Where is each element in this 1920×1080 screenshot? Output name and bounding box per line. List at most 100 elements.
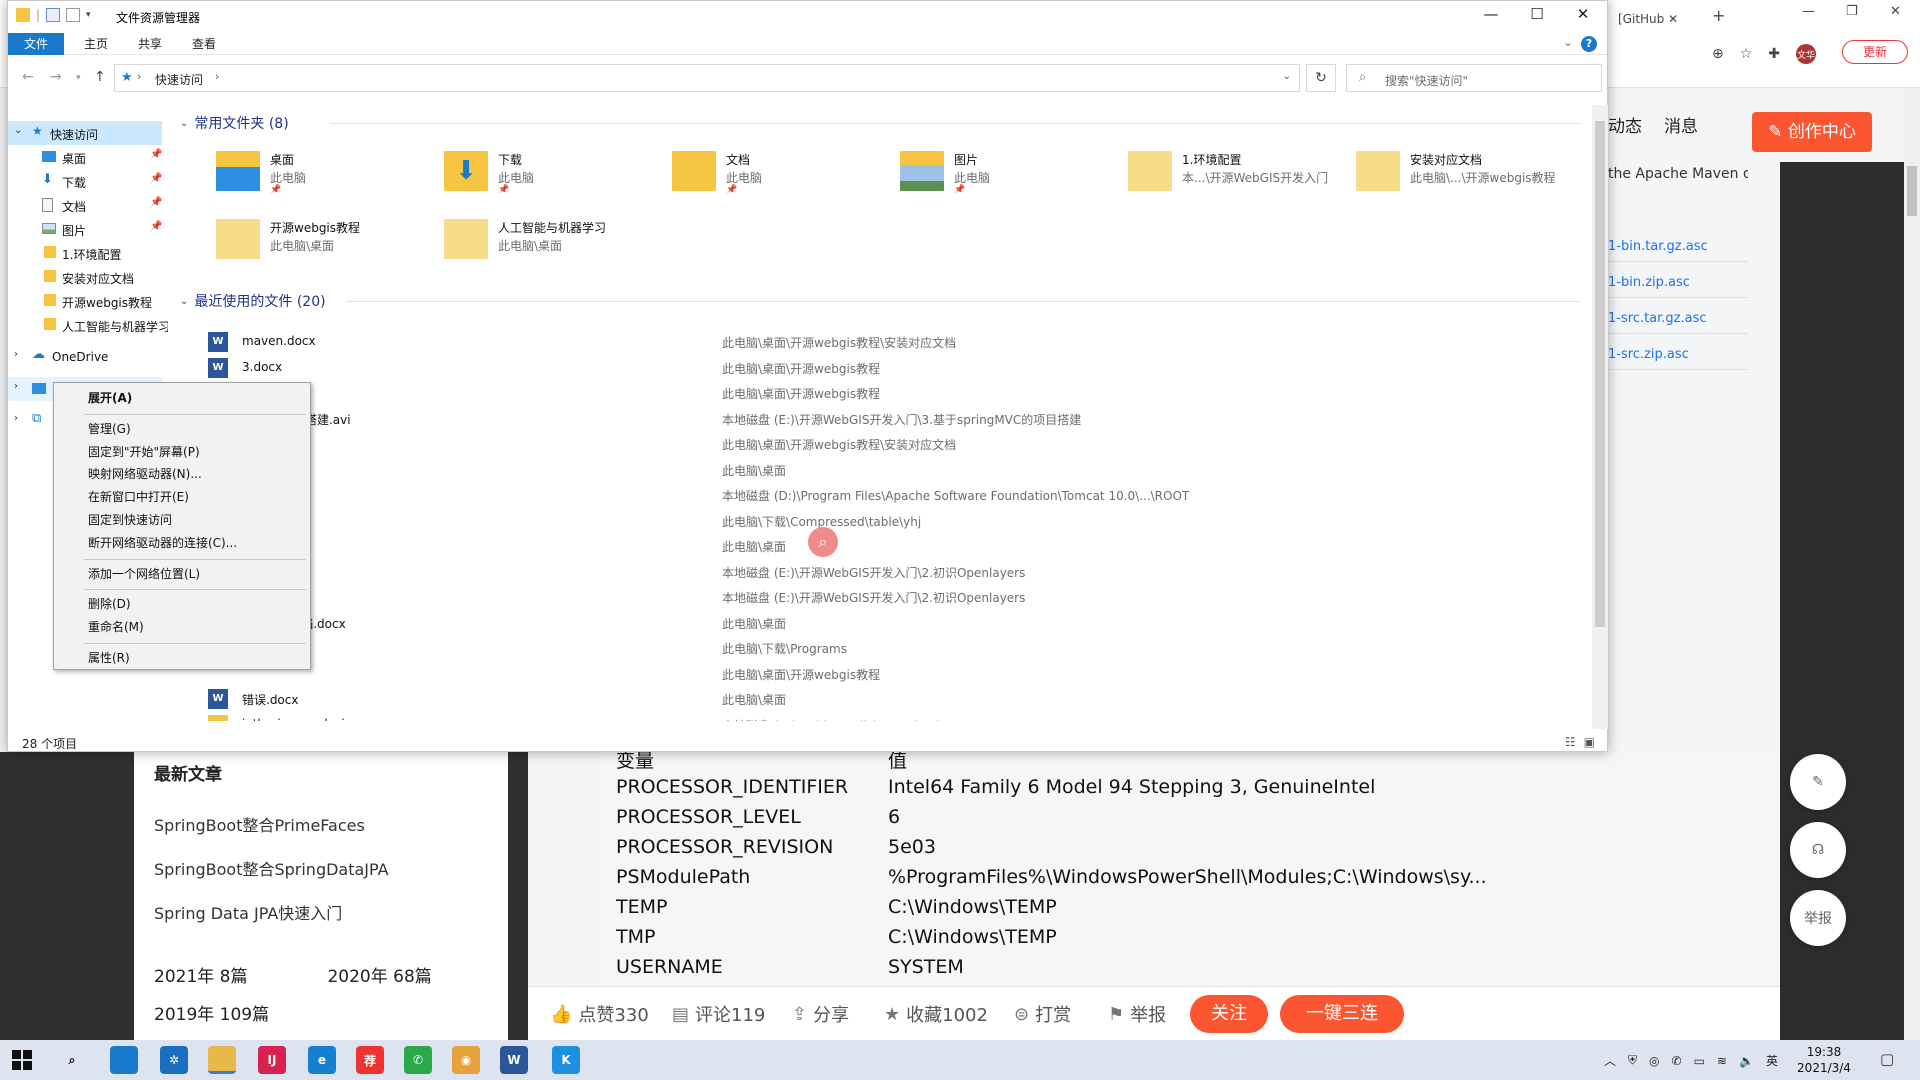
sidebar-item-documents[interactable]: 文档 📌 <box>8 193 168 217</box>
group-header-recent[interactable]: ⌄ 最近使用的文件 (20) <box>180 291 326 311</box>
red-app-icon[interactable]: 荐 <box>356 1046 384 1074</box>
sidebar-item-folder[interactable]: 开源webgis教程 <box>8 289 168 313</box>
sidebar-item-onedrive[interactable]: › ☁ OneDrive <box>8 345 168 369</box>
archive-link[interactable]: 2020年 68篇 <box>327 962 431 988</box>
menu-item[interactable]: 断开网络驱动器的连接(C)... <box>56 532 308 554</box>
archive-link[interactable]: 2021年 8篇 <box>154 962 247 988</box>
app-tray-icon[interactable]: ◎ <box>1649 1054 1659 1068</box>
folder-tile[interactable]: 图片 此电脑 📌 <box>896 147 1124 201</box>
nav-messages[interactable]: 消息 <box>1664 112 1698 137</box>
table-row[interactable]: W 错误.docx 此电脑\桌面 <box>208 686 1568 711</box>
table-row[interactable]: jetbrains-crack.zip 本地磁盘 (D:)\BaiduNetdis… <box>208 712 1568 721</box>
new-folder-icon[interactable] <box>66 8 81 22</box>
table-row[interactable]: 此电脑\桌面 <box>208 457 1568 482</box>
sidebar-item-folder[interactable]: 安装对应文档 <box>8 265 168 289</box>
chevron-down-icon[interactable]: ⌄ <box>180 118 188 129</box>
help-icon[interactable]: ? <box>1581 36 1597 52</box>
avatar[interactable]: 文华 <box>1796 44 1817 64</box>
create-center-button[interactable]: ✎ 创作中心 <box>1752 112 1872 152</box>
notification-icon[interactable]: ▢ <box>1880 1050 1894 1068</box>
pin-icon[interactable]: 📌 <box>150 149 162 160</box>
windows-start-icon[interactable] <box>12 1050 32 1070</box>
archive-link[interactable]: 2019年 109篇 <box>154 1000 269 1026</box>
reward-button[interactable]: ⊜ 打赏 <box>1014 1001 1071 1027</box>
menu-item[interactable]: 映射网络驱动器(N)... <box>56 463 308 485</box>
menu-item[interactable]: 删除(D) <box>56 593 308 615</box>
large-icons-view-icon[interactable]: ▣ <box>1584 735 1595 749</box>
zoom-icon[interactable]: ⊕ <box>1712 46 1724 62</box>
close-button[interactable]: ✕ <box>1560 5 1606 23</box>
like-button[interactable]: 👍 点赞330 <box>550 1001 649 1027</box>
page-scrollbar-thumb[interactable] <box>1907 166 1917 216</box>
back-arrow-icon[interactable]: ← <box>22 69 34 85</box>
report-action-button[interactable]: ⚑ 举报 <box>1108 1001 1166 1027</box>
update-button[interactable]: 更新 <box>1842 40 1908 64</box>
pin-icon[interactable]: 📌 <box>150 197 162 208</box>
minimize-button[interactable]: — <box>1468 5 1514 23</box>
folder-tile[interactable]: 桌面 此电脑 📌 <box>212 147 440 201</box>
folder-tile[interactable]: 安装对应文档 此电脑\...\开源webgis教程 <box>1352 147 1580 201</box>
shield-icon[interactable]: ⛨ <box>1628 1053 1637 1068</box>
chevron-up-icon[interactable]: ︿ <box>1604 1052 1616 1069</box>
folder-tile[interactable]: 1.环境配置 本...\开源WebGIS开发入门 <box>1124 147 1352 201</box>
file-explorer-icon[interactable] <box>208 1046 236 1074</box>
folder-tile[interactable]: 人工智能与机器学习 此电脑\桌面 <box>440 215 668 269</box>
edit-icon[interactable]: ✎ <box>1790 754 1846 810</box>
download-link[interactable]: 1-bin.zip.asc <box>1608 268 1748 298</box>
browser-tab[interactable]: [GitHub ✕ <box>1608 6 1698 32</box>
sidebar-item-desktop[interactable]: 桌面 📌 <box>8 145 168 169</box>
table-row[interactable]: Wmaven.docx 此电脑\桌面\开源webgis教程\安装对应文档 <box>208 329 1568 354</box>
group-header-frequent[interactable]: ⌄ 常用文件夹 (8) <box>180 113 289 133</box>
forward-arrow-icon[interactable]: → <box>50 69 62 85</box>
maximize-button[interactable]: ☐ <box>1514 5 1560 23</box>
table-row[interactable]: TES.txt本地磁盘 (D:)\Program Files\Apache So… <box>208 482 1568 507</box>
table-row[interactable]: Wft Word 文档.docx此电脑\桌面 <box>208 610 1568 635</box>
kugou-icon[interactable]: K <box>552 1046 580 1074</box>
report-button[interactable]: 举报 <box>1790 890 1846 946</box>
chevron-down-icon[interactable]: ▾ <box>86 10 91 20</box>
pin-icon[interactable]: 📌 <box>150 173 162 184</box>
clock[interactable]: 19:38 2021/3/4 <box>1784 1044 1864 1076</box>
volume-icon[interactable]: 🔈 <box>1739 1054 1754 1068</box>
breadcrumb[interactable]: 快速访问 <box>155 71 203 88</box>
chrome-icon[interactable]: ◉ <box>452 1046 480 1074</box>
download-link[interactable]: 1-src.zip.asc <box>1608 340 1748 370</box>
latest-article-link[interactable]: SpringBoot整合PrimeFaces <box>154 812 365 836</box>
address-bar[interactable]: ★ › 快速访问 › ⌄ <box>114 64 1300 92</box>
chevron-down-icon[interactable]: ⌄ <box>1563 35 1573 49</box>
intellij-icon[interactable]: IJ <box>258 1046 286 1074</box>
sidebar-item-folder[interactable]: 1.环境配置 <box>8 241 168 265</box>
wifi-icon[interactable]: ≋ <box>1717 1054 1727 1068</box>
menu-item[interactable]: 属性(R) <box>56 647 308 669</box>
collect-button[interactable]: ★ 收藏1002 <box>884 1001 988 1027</box>
search-input[interactable]: ⌕ 搜索"快速访问" <box>1346 64 1602 92</box>
table-row[interactable]: yers.avi本地磁盘 (E:)\开源WebGIS开发入门\2.初识Openl… <box>208 584 1568 609</box>
table-row[interactable]: g本地磁盘 (E:)\开源WebGIS开发入门\2.初识Openlayers <box>208 559 1568 584</box>
chevron-down-icon[interactable]: ⌄ <box>14 125 22 136</box>
new-tab-button[interactable]: + <box>1712 6 1725 25</box>
sidebar-item-folder[interactable]: 人工智能与机器学习 <box>8 313 168 337</box>
sidebar-item-quick-access[interactable]: ⌄ ★ 快速访问 <box>8 121 162 145</box>
content-scrollbar-thumb[interactable] <box>1595 121 1605 627</box>
menu-item[interactable]: 固定到"开始"屏幕(P) <box>56 441 308 463</box>
wechat-tray-icon[interactable]: ✆ <box>1672 1054 1682 1068</box>
page-scrollbar[interactable] <box>1904 88 1920 1040</box>
tab-home[interactable]: 主页 <box>68 33 124 55</box>
tab-file[interactable]: 文件 <box>8 33 64 55</box>
table-row[interactable]: 此电脑\下载\Compressed\table\yhj <box>208 508 1568 533</box>
nav-dynamic[interactable]: 动态 <box>1608 112 1642 137</box>
chevron-right-icon[interactable]: › <box>137 70 141 83</box>
battery-icon[interactable]: ▭ <box>1694 1054 1705 1068</box>
sidebar-item-downloads[interactable]: ⬇ 下载 📌 <box>8 169 168 193</box>
chevron-down-icon[interactable]: ▾ <box>76 73 81 83</box>
latest-article-link[interactable]: SpringBoot整合SpringDataJPA <box>154 856 389 880</box>
comment-button[interactable]: ▤ 评论119 <box>672 1001 765 1027</box>
edge-icon[interactable]: e <box>308 1046 336 1074</box>
chevron-right-icon[interactable]: › <box>215 70 219 83</box>
folder-tile[interactable]: 开源webgis教程 此电脑\桌面 <box>212 215 440 269</box>
chevron-down-icon[interactable]: ⌄ <box>1283 71 1291 82</box>
table-row[interactable]: MVC的项目搭建.avi本地磁盘 (E:)\开源WebGIS开发入门\3.基于s… <box>208 406 1568 431</box>
menu-item[interactable]: 添加一个网络位置(L) <box>56 563 308 585</box>
input-language[interactable]: 英 <box>1766 1052 1778 1069</box>
headset-icon[interactable]: ☊ <box>1790 822 1846 878</box>
